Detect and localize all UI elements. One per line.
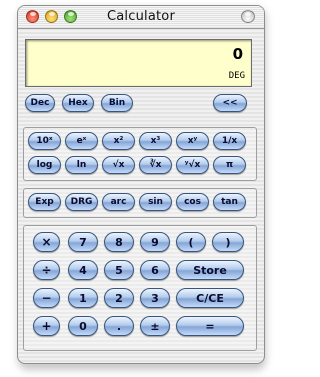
square-root-button[interactable]: √x — [102, 156, 135, 174]
y-root-button[interactable]: ʸ√x — [176, 156, 209, 174]
digit-6-button[interactable]: 6 — [140, 260, 170, 280]
x-power-y-button[interactable]: xʸ — [176, 132, 209, 150]
cos-button[interactable]: cos — [176, 193, 209, 211]
ten-power-x-button[interactable]: 10ˣ — [28, 132, 61, 150]
e-power-x-button[interactable]: eˣ — [65, 132, 98, 150]
multiply-button[interactable]: × — [33, 232, 60, 252]
window-title: Calculator — [106, 9, 175, 24]
pi-button[interactable]: π — [213, 156, 246, 174]
backspace-button[interactable]: << — [213, 94, 247, 112]
digit-4-button[interactable]: 4 — [68, 260, 98, 280]
open-paren-button[interactable]: ( — [176, 232, 206, 252]
digit-7-button[interactable]: 7 — [68, 232, 98, 252]
toolbar-toggle-button[interactable] — [241, 10, 255, 23]
ln-button[interactable]: ln — [65, 156, 98, 174]
digit-3-button[interactable]: 3 — [140, 288, 170, 308]
dec-button[interactable]: Dec — [25, 94, 55, 112]
log-button[interactable]: log — [28, 156, 61, 174]
reciprocal-button[interactable]: 1/x — [213, 132, 246, 150]
store-button[interactable]: Store — [176, 260, 244, 280]
digit-8-button[interactable]: 8 — [104, 232, 134, 252]
tan-button[interactable]: tan — [213, 193, 246, 211]
plus-minus-button[interactable]: ± — [140, 316, 170, 336]
cube-root-button[interactable]: ∛x — [139, 156, 172, 174]
drg-button[interactable]: DRG — [65, 193, 98, 211]
clear-button[interactable]: C/CE — [176, 288, 244, 308]
close-paren-button[interactable]: ) — [212, 232, 244, 252]
digit-5-button[interactable]: 5 — [104, 260, 134, 280]
arc-button[interactable]: arc — [102, 193, 135, 211]
x-squared-button[interactable]: x² — [102, 132, 135, 150]
digit-9-button[interactable]: 9 — [140, 232, 170, 252]
display: 0 DEG — [25, 39, 252, 87]
calculator-window: Calculator 0 DEG Dec Hex Bin << 10ˣ eˣ x… — [17, 5, 265, 364]
equals-button[interactable]: = — [176, 316, 244, 336]
x-cubed-button[interactable]: x³ — [139, 132, 172, 150]
display-value: 0 — [232, 45, 243, 63]
sin-button[interactable]: sin — [139, 193, 172, 211]
angle-mode-indicator: DEG — [228, 71, 245, 81]
add-button[interactable]: + — [33, 316, 60, 336]
subtract-button[interactable]: − — [33, 288, 60, 308]
divide-button[interactable]: ÷ — [33, 260, 60, 280]
digit-1-button[interactable]: 1 — [68, 288, 98, 308]
digit-0-button[interactable]: 0 — [68, 316, 98, 336]
title-bar[interactable]: Calculator — [18, 6, 264, 29]
digit-2-button[interactable]: 2 — [104, 288, 134, 308]
exp-button[interactable]: Exp — [28, 193, 61, 211]
hex-button[interactable]: Hex — [62, 94, 94, 112]
bin-button[interactable]: Bin — [101, 94, 133, 112]
decimal-point-button[interactable]: . — [104, 316, 134, 336]
